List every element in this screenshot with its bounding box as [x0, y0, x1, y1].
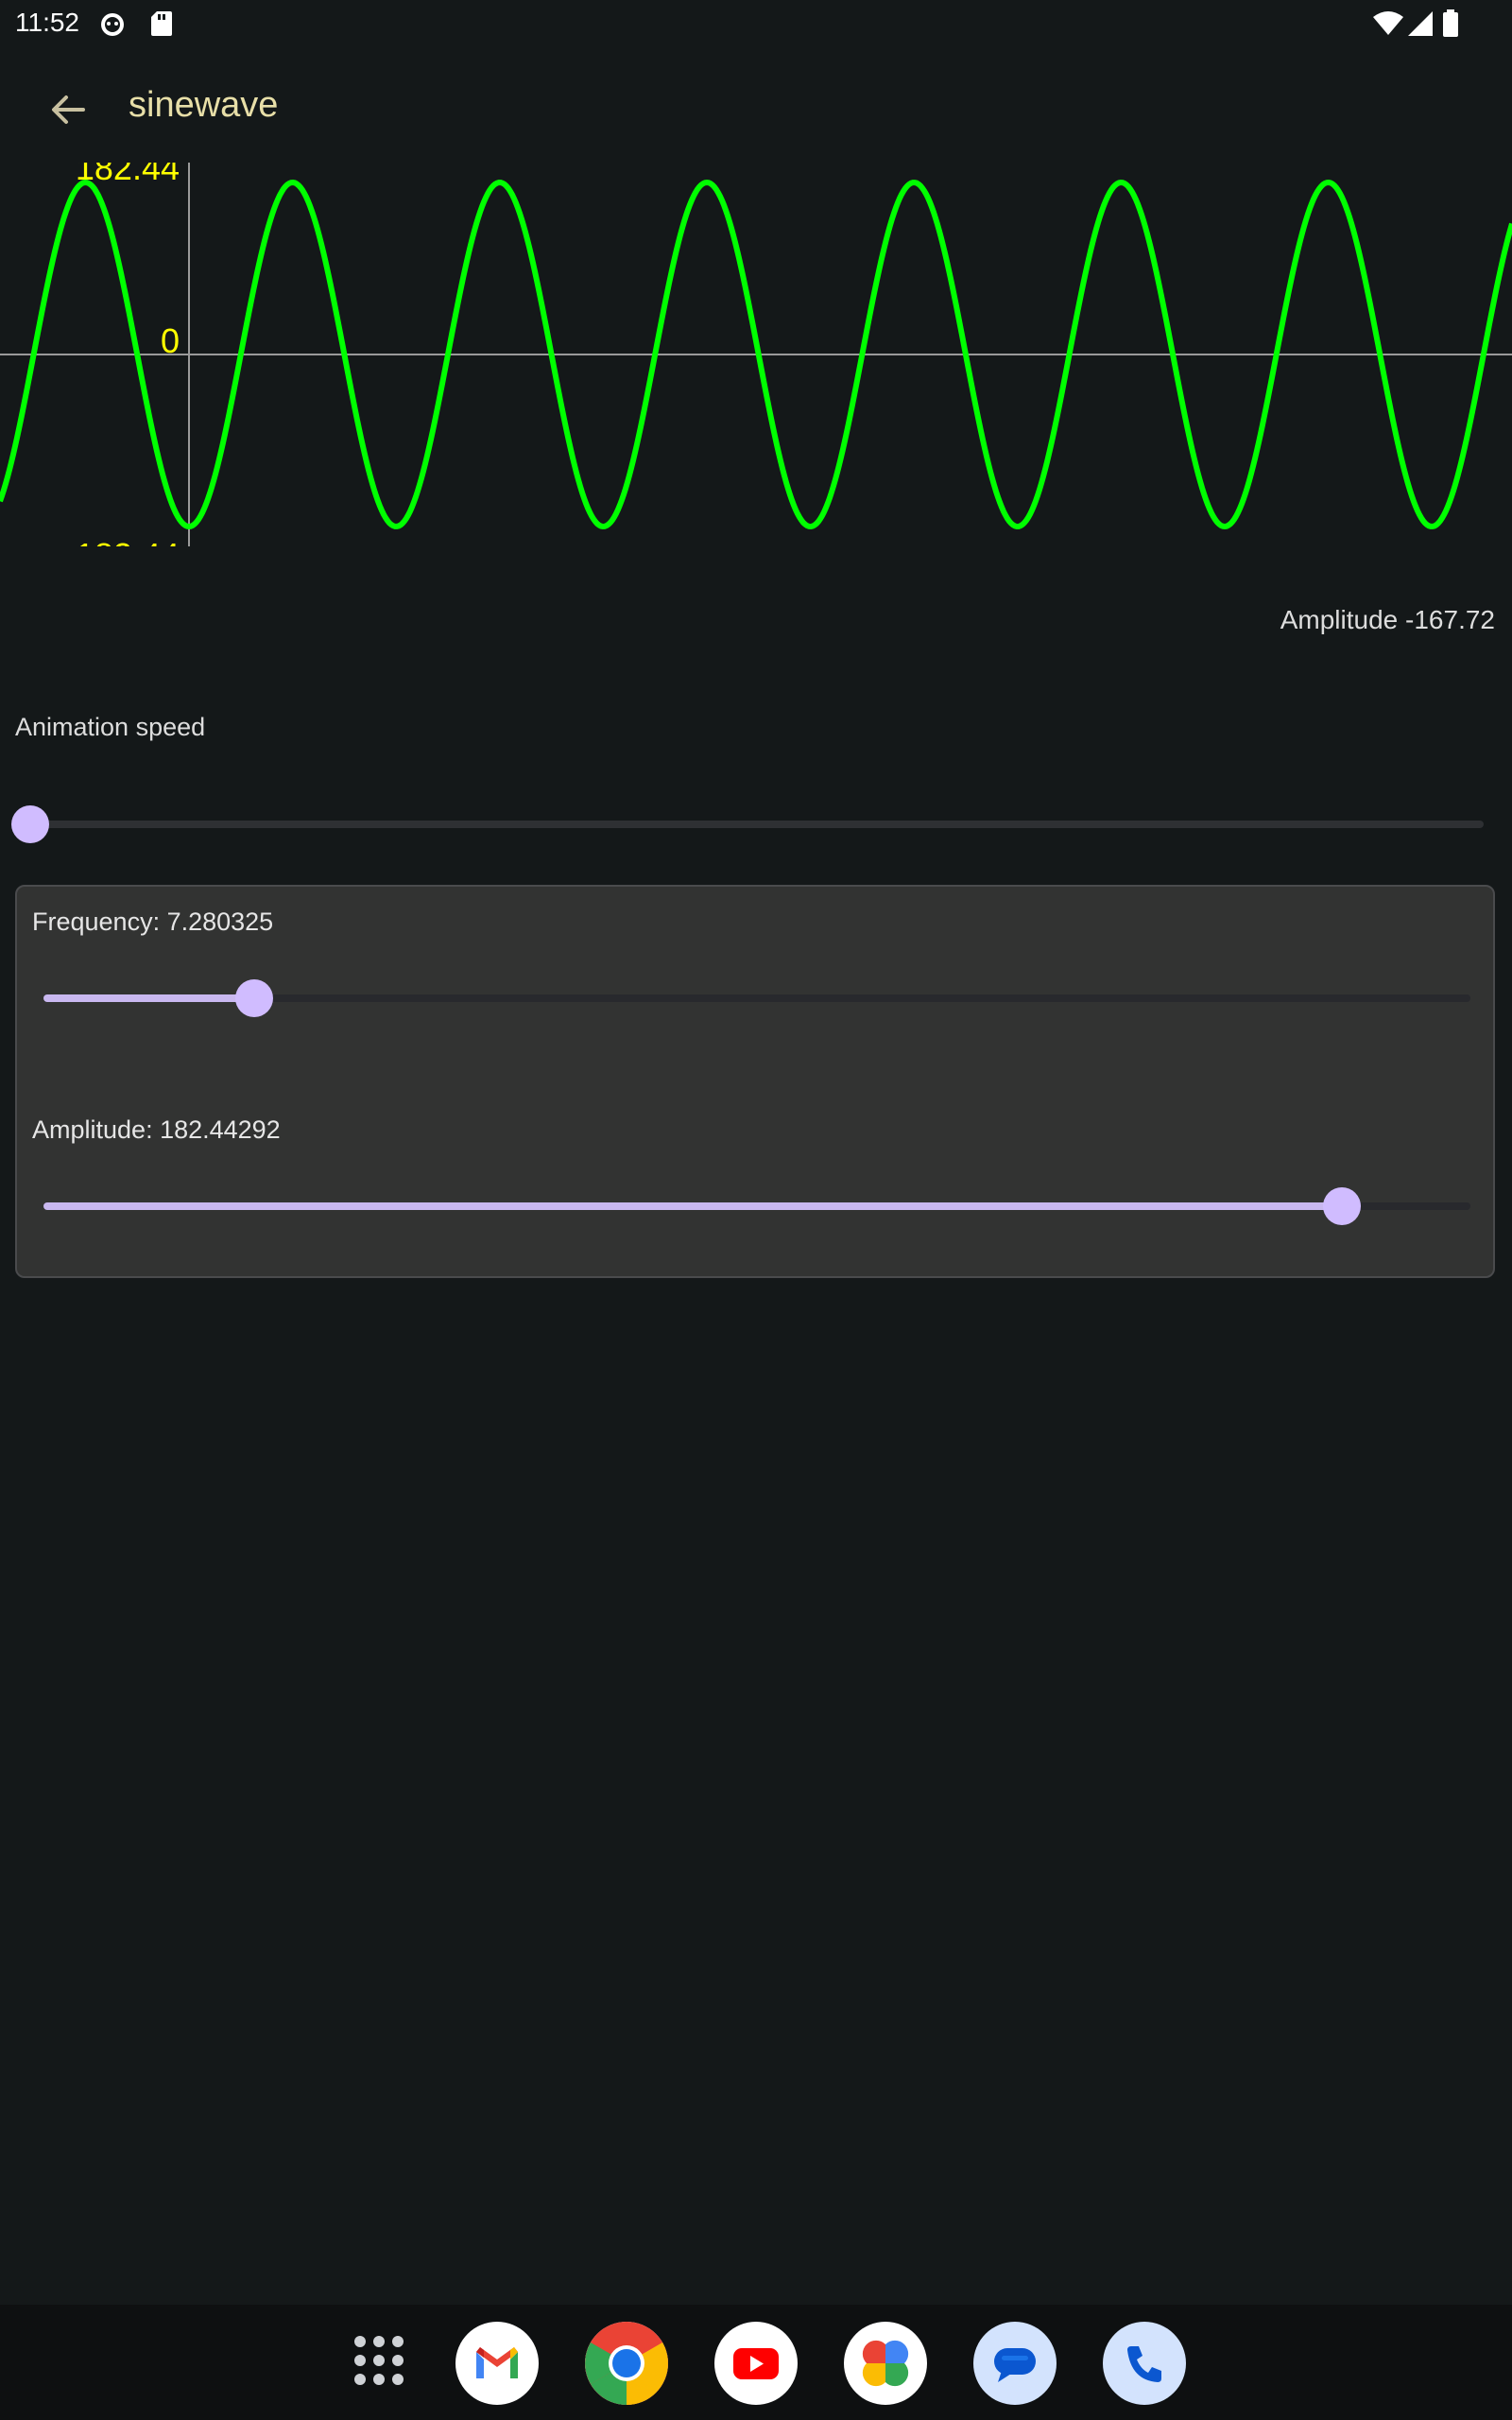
animation-speed-slider[interactable]	[11, 798, 1484, 851]
photos-icon[interactable]	[844, 2322, 927, 2405]
status-time: 11:52	[15, 8, 79, 37]
app-dock	[0, 2305, 1512, 2420]
frequency-slider[interactable]	[43, 972, 1470, 1025]
status-bar: 11:52	[0, 0, 1512, 47]
slider-thumb[interactable]	[235, 979, 274, 1017]
app-bar: sinewave	[0, 66, 1512, 151]
battery-icon	[1442, 9, 1459, 43]
phone-icon[interactable]	[1103, 2322, 1186, 2405]
signal-icon	[1406, 9, 1435, 43]
page-title: sinewave	[129, 85, 279, 125]
chrome-icon[interactable]	[585, 2322, 668, 2405]
slider-fill	[43, 994, 255, 1002]
sinewave-plot: 182.44 0 -182.44	[0, 163, 1512, 546]
arrow-back-icon[interactable]	[45, 87, 91, 132]
youtube-icon[interactable]	[714, 2322, 798, 2405]
y-zero-label: 0	[161, 321, 180, 360]
apps-grid-icon[interactable]	[352, 2333, 406, 2388]
animation-speed-label: Animation speed	[15, 713, 206, 741]
slider-track	[30, 821, 1484, 828]
y-max-label: 182.44	[76, 163, 180, 187]
wave-controls-panel: Frequency: 7.280325 Amplitude: 182.44292	[15, 885, 1495, 1278]
amplitude-label: Amplitude: 182.44292	[32, 1115, 281, 1144]
frequency-label: Frequency: 7.280325	[32, 908, 274, 936]
android-debug-icon	[98, 9, 127, 43]
slider-thumb[interactable]	[1323, 1187, 1362, 1225]
amplitude-readout: Amplitude -167.72	[1280, 605, 1495, 634]
messages-icon[interactable]	[973, 2322, 1057, 2405]
wifi-icon	[1372, 9, 1404, 43]
sd-card-icon	[149, 9, 174, 43]
slider-thumb[interactable]	[11, 805, 49, 843]
amplitude-slider[interactable]	[43, 1180, 1470, 1233]
sinewave-chart: 182.44 0 -182.44	[0, 163, 1512, 546]
gmail-icon[interactable]	[455, 2322, 539, 2405]
slider-fill	[43, 1202, 1343, 1210]
y-min-label: -182.44	[64, 536, 180, 546]
